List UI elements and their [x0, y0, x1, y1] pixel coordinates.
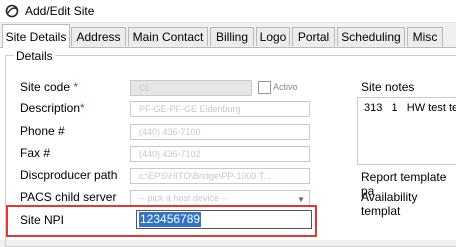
description-label: Description* — [20, 101, 85, 115]
tab-scheduling[interactable]: Scheduling — [337, 27, 405, 46]
site-code-label-text: Site code — [20, 80, 71, 94]
site-npi-input[interactable]: 123456789 — [136, 210, 312, 229]
tab-main-contact[interactable]: Main Contact — [128, 27, 208, 46]
fax-field[interactable]: (440) 436-7102 — [130, 146, 310, 162]
phone-label: Phone # — [20, 124, 65, 138]
title-bar: Add/Edit Site — [0, 0, 456, 23]
activo-label: Activo — [273, 82, 298, 92]
required-mark: * — [73, 80, 79, 94]
pacs-child-server-select[interactable]: -- pick a host device -- ▼ — [130, 190, 310, 206]
site-npi-value: 123456789 — [139, 212, 202, 227]
tab-address[interactable]: Address — [71, 27, 126, 46]
discproducer-path-label: Discproducer path — [20, 168, 118, 182]
window-title: Add/Edit Site — [25, 4, 95, 18]
site-notes-textarea[interactable]: 313 1 HW test te — [357, 97, 456, 165]
tab-logo[interactable]: Logo — [256, 27, 290, 46]
site-code-field[interactable]: CL — [130, 80, 252, 96]
discproducer-path-field[interactable]: c:\EPS\HITO\Bridge\PP-1000 T... — [130, 168, 310, 184]
tab-portal[interactable]: Portal — [292, 27, 335, 46]
required-mark: * — [80, 101, 85, 115]
description-label-text: Description — [20, 101, 81, 115]
availability-template-label: Availability templat — [361, 190, 418, 218]
app-logo-icon — [5, 4, 19, 18]
site-notes-label: Site notes — [361, 80, 415, 94]
tab-billing[interactable]: Billing — [210, 27, 254, 46]
tab-bar: Site Details Address Main Contact Billin… — [0, 24, 456, 48]
activo-checkbox[interactable]: Activo — [258, 80, 318, 96]
pacs-child-server-label: PACS child server — [20, 190, 117, 204]
site-notes-text: 313 1 HW test te — [364, 102, 456, 114]
description-field[interactable]: PF-GE-PF-GE Eldenburg — [130, 101, 310, 117]
site-code-label: Site code * — [20, 80, 78, 94]
phone-field[interactable]: (440) 436-7100 — [130, 124, 310, 140]
tab-site-details[interactable]: Site Details — [2, 24, 70, 48]
fax-label: Fax # — [20, 146, 51, 160]
checkbox-icon — [258, 81, 271, 94]
site-npi-label: Site NPI — [20, 213, 65, 227]
details-group-title: Details — [14, 49, 55, 63]
pacs-child-server-value: -- pick a host device -- — [139, 193, 228, 203]
tab-misc[interactable]: Misc — [407, 27, 443, 46]
